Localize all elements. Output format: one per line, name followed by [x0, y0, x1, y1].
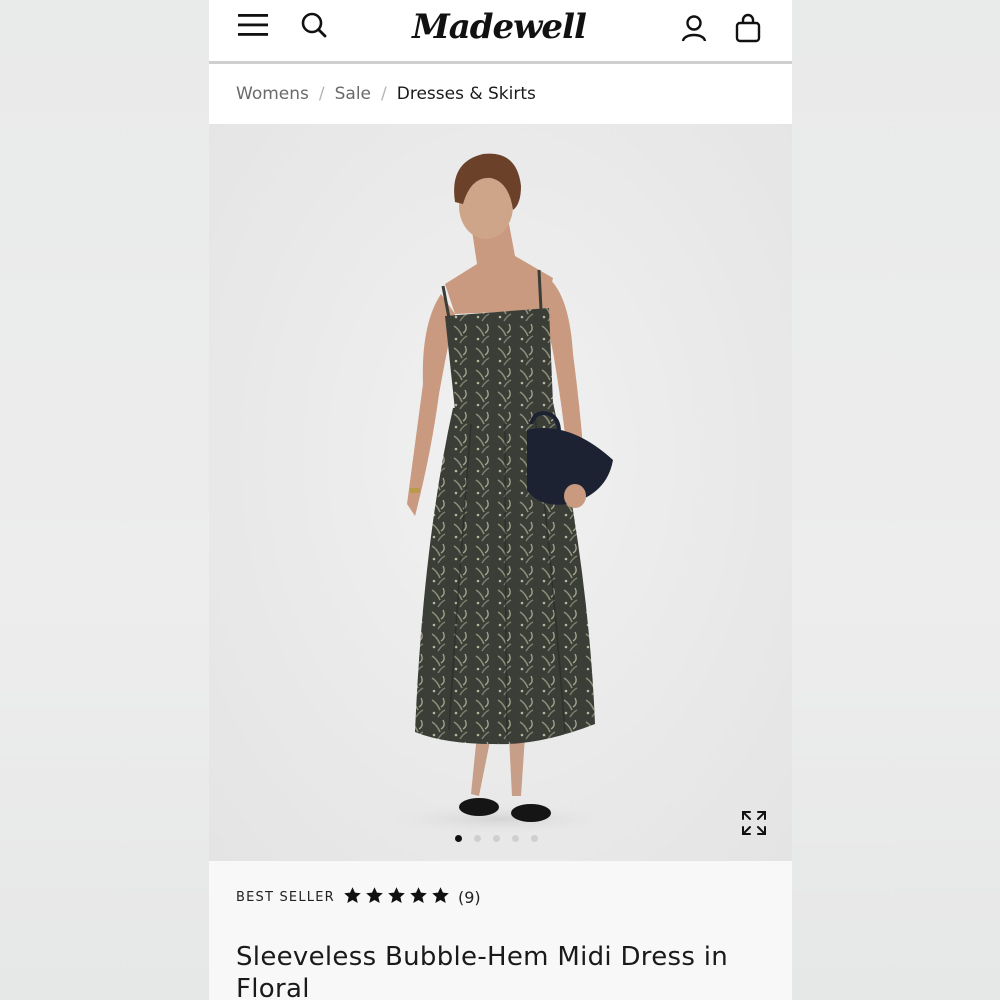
menu-button[interactable]	[235, 8, 271, 42]
star-icon	[388, 887, 405, 904]
bag-icon	[735, 13, 761, 43]
search-button[interactable]	[297, 8, 331, 42]
expand-icon	[742, 811, 766, 835]
star-icon	[366, 887, 383, 904]
breadcrumb: Womens / Sale / Dresses & Skirts	[236, 82, 536, 106]
shopping-bag-button[interactable]	[731, 10, 765, 46]
search-icon	[301, 12, 327, 38]
star-icon	[344, 887, 361, 904]
account-icon	[681, 15, 707, 42]
product-title: Sleeveless Bubble-Hem Midi Dress in Flor…	[236, 942, 729, 1000]
product-image-gallery[interactable]	[209, 124, 792, 861]
best-seller-badge: BEST SELLER	[236, 890, 335, 905]
rating-stars[interactable]	[343, 886, 450, 905]
account-button[interactable]	[677, 10, 711, 46]
gallery-dot-5[interactable]	[531, 835, 538, 842]
star-icon	[432, 887, 449, 904]
product-photo	[379, 153, 619, 835]
gallery-pagination	[455, 835, 538, 842]
breadcrumb-separator: /	[318, 84, 325, 104]
gallery-dot-4[interactable]	[512, 835, 519, 842]
gallery-dot-2[interactable]	[474, 835, 481, 842]
review-count[interactable]: (9)	[458, 888, 481, 907]
brand-logo[interactable]: Madewell	[394, 2, 604, 52]
breadcrumb-sale[interactable]: Sale	[335, 84, 371, 104]
phone-screen: Madewell Womens / Sale / Dresses & Skirt…	[209, 0, 792, 1000]
expand-image-button[interactable]	[740, 809, 768, 837]
breadcrumb-womens[interactable]: Womens	[236, 84, 309, 104]
star-icon	[410, 887, 427, 904]
site-header: Madewell	[209, 0, 792, 64]
gallery-dot-3[interactable]	[493, 835, 500, 842]
menu-icon	[238, 14, 268, 36]
breadcrumb-separator: /	[381, 84, 387, 104]
gallery-dot-1[interactable]	[455, 835, 462, 842]
product-info: BEST SELLER (9) Sleeveless Bubble-Hem Mi…	[209, 861, 792, 1000]
breadcrumb-dresses-skirts[interactable]: Dresses & Skirts	[397, 84, 536, 104]
